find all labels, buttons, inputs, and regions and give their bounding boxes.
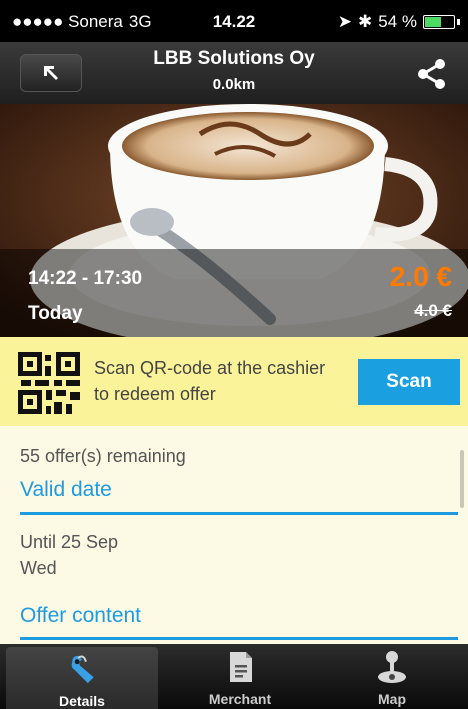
tag-icon bbox=[71, 655, 94, 684]
status-bar: ●●●●● Sonera 3G 14.22 ➤ ✱ 54 % bbox=[0, 0, 468, 42]
bluetooth-icon: ✱ bbox=[358, 12, 373, 31]
battery-icon bbox=[423, 15, 455, 29]
valid-until-text: Until 25 Sep bbox=[20, 532, 119, 552]
battery-nub bbox=[457, 19, 460, 25]
nav-bar: LBB Solutions Oy 0.0km bbox=[0, 42, 468, 104]
redeem-instructions: Scan QR-code at the cashier to redeem of… bbox=[94, 358, 326, 404]
details-panel[interactable]: 55 offer(s) remaining Valid date Until 2… bbox=[0, 426, 468, 644]
valid-date-divider bbox=[20, 512, 458, 515]
offer-price: 2.0 € bbox=[389, 261, 452, 292]
location-icon: ➤ bbox=[337, 12, 352, 31]
nav-distance: 0.0km bbox=[212, 76, 256, 93]
offer-content-heading: Offer content bbox=[20, 604, 142, 627]
tab-label: Details bbox=[59, 693, 105, 709]
status-right: ➤ ✱ 54 % bbox=[338, 12, 460, 32]
scan-button[interactable]: Scan bbox=[358, 359, 460, 405]
scroll-indicator[interactable] bbox=[460, 450, 464, 508]
tab-label: Merchant bbox=[208, 691, 272, 707]
tab-map[interactable]: Map bbox=[316, 644, 468, 709]
tab-merchant[interactable]: Merchant bbox=[164, 644, 316, 709]
share-icon[interactable] bbox=[414, 56, 450, 92]
battery-text: 54 % bbox=[378, 12, 417, 31]
offer-image: 14:22 - 17:30 Today 2.0 € 4.0 € bbox=[0, 104, 468, 337]
valid-day-text: Wed bbox=[20, 558, 57, 578]
document-icon bbox=[230, 652, 252, 682]
tab-details[interactable]: Details bbox=[6, 647, 158, 709]
offers-remaining: 55 offer(s) remaining bbox=[20, 446, 186, 466]
redeem-banner: Scan QR-code at the cashier to redeem of… bbox=[0, 337, 468, 426]
offer-content-divider bbox=[20, 637, 458, 640]
nav-title: LBB Solutions Oy bbox=[153, 48, 315, 69]
tab-bar: Details Merchant Map bbox=[0, 644, 468, 709]
valid-date-heading: Valid date bbox=[20, 478, 112, 501]
joystick-icon bbox=[378, 651, 406, 683]
qr-code-icon bbox=[18, 352, 80, 414]
original-price: 4.0 € bbox=[414, 301, 452, 320]
battery-fill bbox=[425, 17, 442, 27]
tab-label: Map bbox=[378, 691, 406, 707]
offer-day: Today bbox=[28, 303, 83, 324]
offer-time-range: 14:22 - 17:30 bbox=[28, 268, 143, 289]
